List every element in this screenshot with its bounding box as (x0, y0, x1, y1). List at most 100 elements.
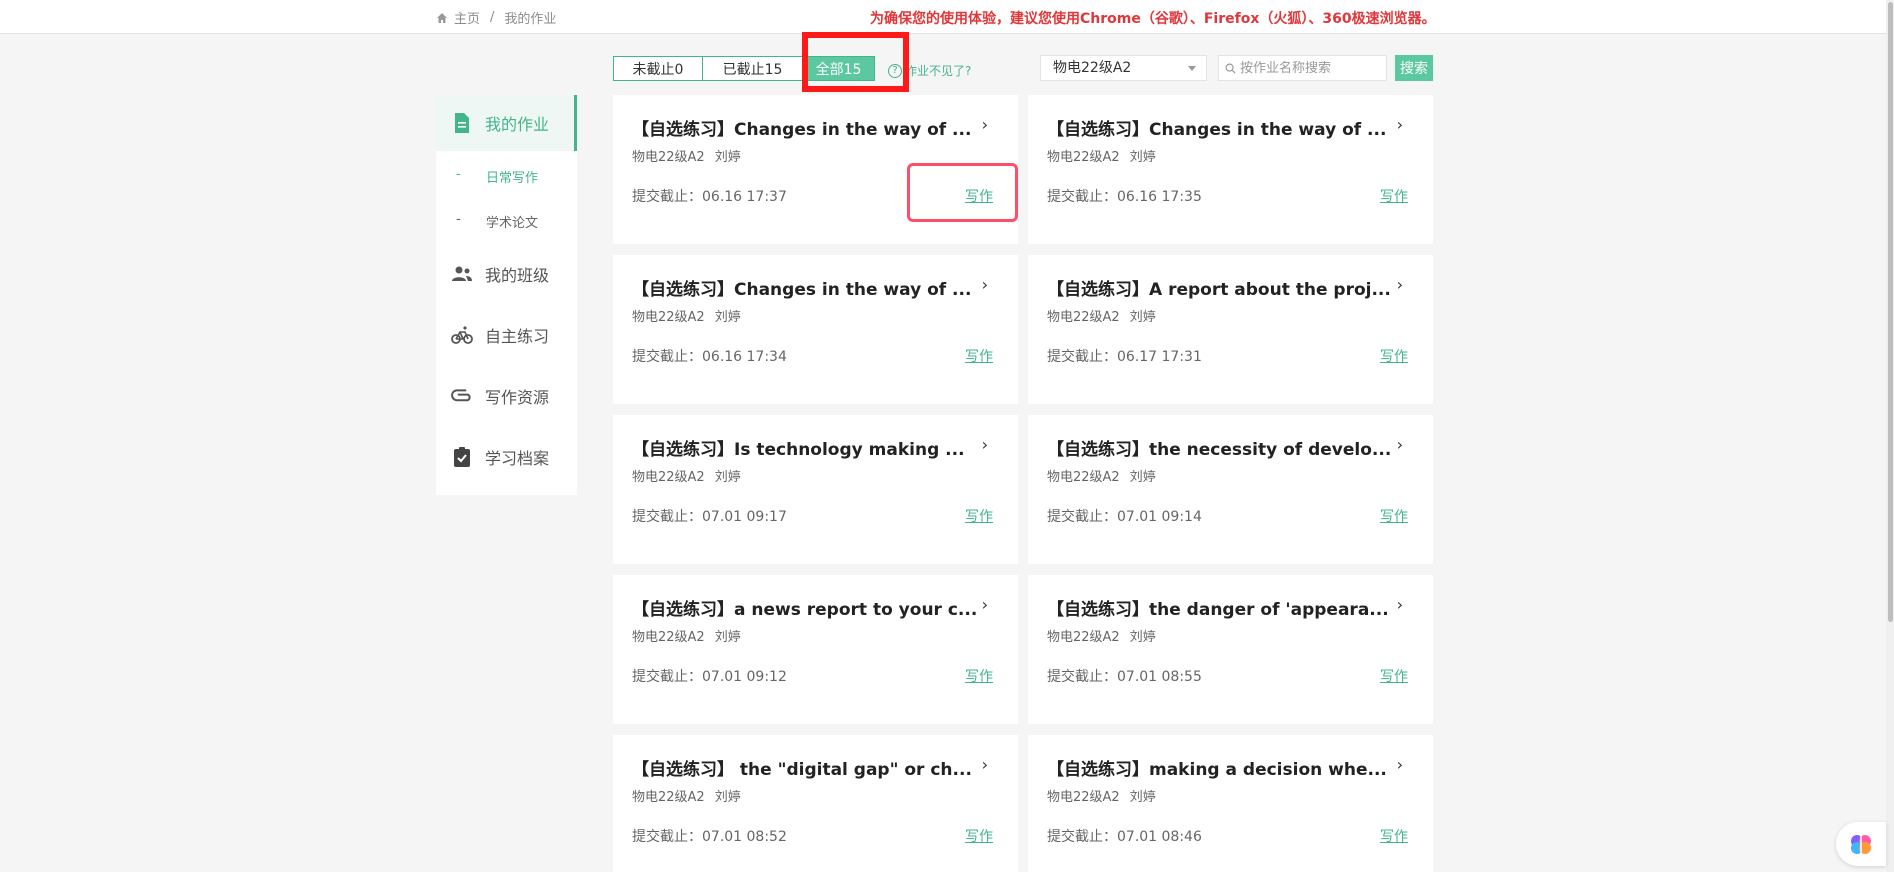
sidebar-item-label: 写作资源 (485, 388, 550, 407)
write-link[interactable]: 写作 (1380, 186, 1408, 206)
tab-not-due[interactable]: 未截止0 (613, 56, 703, 81)
card-class: 物电22级A2 (632, 150, 705, 165)
card-class: 物电22级A2 (632, 470, 705, 485)
homework-card[interactable]: 【自选练习】the danger of 'appeara... › 物电22级A… (1028, 575, 1433, 724)
card-title: 【自选练习】Changes in the way of ... (1047, 120, 1387, 140)
write-link[interactable]: 写作 (1380, 666, 1408, 686)
card-due: 提交截止：07.01 08:55 (1047, 669, 1202, 685)
chevron-right-icon: › (981, 755, 988, 774)
sidebar-item-label: 自主练习 (485, 327, 550, 346)
chevron-right-icon: › (981, 275, 988, 294)
brain-icon (1851, 835, 1871, 854)
chevron-right-icon: › (981, 435, 988, 454)
bicycle-icon (451, 326, 473, 344)
sidebar-item-label: 学习档案 (485, 449, 550, 468)
homework-card[interactable]: 【自选练习】Is technology making ... › 物电22级A2… (613, 415, 1018, 564)
write-link[interactable]: 写作 (965, 186, 993, 206)
assistant-float-button[interactable] (1836, 822, 1886, 866)
card-teacher: 刘婷 (714, 470, 741, 485)
card-due: 提交截止：07.01 09:12 (632, 669, 787, 685)
card-title: 【自选练习】Is technology making ... (632, 440, 965, 460)
subitem-dash: - (456, 212, 461, 227)
card-teacher: 刘婷 (714, 310, 741, 325)
breadcrumb-home-link[interactable]: 主页 (454, 8, 480, 27)
sidebar: 我的作业 - 日常写作 - 学术论文 我的班级 自主练习 写作资源 学习档案 (436, 95, 577, 495)
card-due: 提交截止：07.01 08:52 (632, 829, 787, 845)
card-title: 【自选练习】A report about the proj... (1047, 280, 1391, 300)
search-button[interactable]: 搜索 (1395, 55, 1433, 81)
card-teacher: 刘婷 (714, 790, 741, 805)
card-class: 物电22级A2 (632, 790, 705, 805)
card-meta: 物电22级A2 刘婷 (1047, 626, 1156, 645)
card-meta: 物电22级A2 刘婷 (1047, 466, 1156, 485)
homework-card[interactable]: 【自选练习】Changes in the way of ... › 物电22级A… (1028, 95, 1433, 244)
search-box (1218, 55, 1387, 81)
sidebar-item-my-class[interactable]: 我的班级 (436, 246, 577, 302)
card-meta: 物电22级A2 刘婷 (632, 466, 741, 485)
card-meta: 物电22级A2 刘婷 (632, 146, 741, 165)
homework-card[interactable]: 【自选练习】A report about the proj... › 物电22级… (1028, 255, 1433, 404)
write-link[interactable]: 写作 (965, 666, 993, 686)
chevron-right-icon: › (1396, 755, 1403, 774)
card-meta: 物电22级A2 刘婷 (632, 306, 741, 325)
card-teacher: 刘婷 (1129, 150, 1156, 165)
class-select[interactable]: 物电22级A2 (1040, 55, 1207, 81)
homework-card[interactable]: 【自选练习】a news report to your c... › 物电22级… (613, 575, 1018, 724)
paperclip-icon (451, 389, 471, 402)
homework-card[interactable]: 【自选练习】Changes in the way of ... › 物电22级A… (613, 95, 1018, 244)
chevron-right-icon: › (1396, 115, 1403, 134)
card-meta: 物电22级A2 刘婷 (1047, 306, 1156, 325)
scrollbar-thumb[interactable] (1888, 2, 1893, 622)
write-link[interactable]: 写作 (1380, 506, 1408, 526)
chevron-right-icon: › (981, 115, 988, 134)
card-due: 提交截止：06.16 17:37 (632, 189, 787, 205)
chevron-down-icon (1188, 66, 1196, 71)
card-meta: 物电22级A2 刘婷 (632, 786, 741, 805)
card-title: 【自选练习】making a decision whe... (1047, 760, 1387, 780)
sidebar-item-my-homework[interactable]: 我的作业 (436, 95, 577, 151)
write-link[interactable]: 写作 (1380, 346, 1408, 366)
card-class: 物电22级A2 (1047, 790, 1120, 805)
homework-card[interactable]: 【自选练习】Changes in the way of ... › 物电22级A… (613, 255, 1018, 404)
card-teacher: 刘婷 (1129, 310, 1156, 325)
write-link[interactable]: 写作 (1380, 826, 1408, 846)
write-link[interactable]: 写作 (965, 826, 993, 846)
tab-all[interactable]: 全部15 (803, 56, 875, 81)
chevron-right-icon: › (1396, 435, 1403, 454)
chevron-right-icon: › (981, 595, 988, 614)
users-icon (452, 266, 472, 281)
homework-card[interactable]: 【自选练习】 the "digital gap" or ch... › 物电22… (613, 735, 1018, 872)
clipboard-check-icon (454, 447, 470, 467)
card-due: 提交截止：07.01 09:14 (1047, 509, 1202, 525)
card-class: 物电22级A2 (1047, 630, 1120, 645)
chevron-right-icon: › (1396, 275, 1403, 294)
browser-notice: 为确保您的使用体验，建议您使用Chrome（谷歌）、Firefox（火狐）、36… (870, 11, 1436, 27)
card-due: 提交截止：07.01 09:17 (632, 509, 787, 525)
card-teacher: 刘婷 (714, 630, 741, 645)
sidebar-item-learning-records[interactable]: 学习档案 (436, 429, 577, 485)
sidebar-item-self-practice[interactable]: 自主练习 (436, 307, 577, 363)
sidebar-item-writing-resources[interactable]: 写作资源 (436, 368, 577, 424)
homework-card[interactable]: 【自选练习】making a decision whe... › 物电22级A2… (1028, 735, 1433, 872)
card-meta: 物电22级A2 刘婷 (1047, 146, 1156, 165)
homework-card[interactable]: 【自选练习】the necessity of develo... › 物电22级… (1028, 415, 1433, 564)
document-icon (455, 113, 469, 133)
write-link[interactable]: 写作 (965, 346, 993, 366)
card-title: 【自选练习】 the "digital gap" or ch... (632, 760, 972, 780)
sidebar-subitem-daily-writing[interactable]: - 日常写作 (436, 155, 577, 195)
card-title: 【自选练习】a news report to your c... (632, 600, 978, 620)
write-link[interactable]: 写作 (965, 506, 993, 526)
missing-homework-help[interactable]: ? 作业不见了? (888, 62, 971, 79)
subitem-label: 日常写作 (486, 171, 539, 186)
breadcrumb-current: 我的作业 (504, 12, 557, 27)
sidebar-subitem-academic-paper[interactable]: - 学术论文 (436, 200, 577, 240)
sidebar-item-label: 我的班级 (485, 266, 550, 285)
class-select-value: 物电22级A2 (1053, 60, 1132, 76)
card-due: 提交截止：06.16 17:35 (1047, 189, 1202, 205)
tab-past-due[interactable]: 已截止15 (703, 56, 803, 81)
search-input[interactable] (1240, 60, 1380, 76)
sidebar-item-label: 我的作业 (485, 115, 550, 134)
card-teacher: 刘婷 (714, 150, 741, 165)
breadcrumb: 主页 / 我的作业 (436, 8, 556, 27)
subitem-label: 学术论文 (486, 216, 539, 231)
